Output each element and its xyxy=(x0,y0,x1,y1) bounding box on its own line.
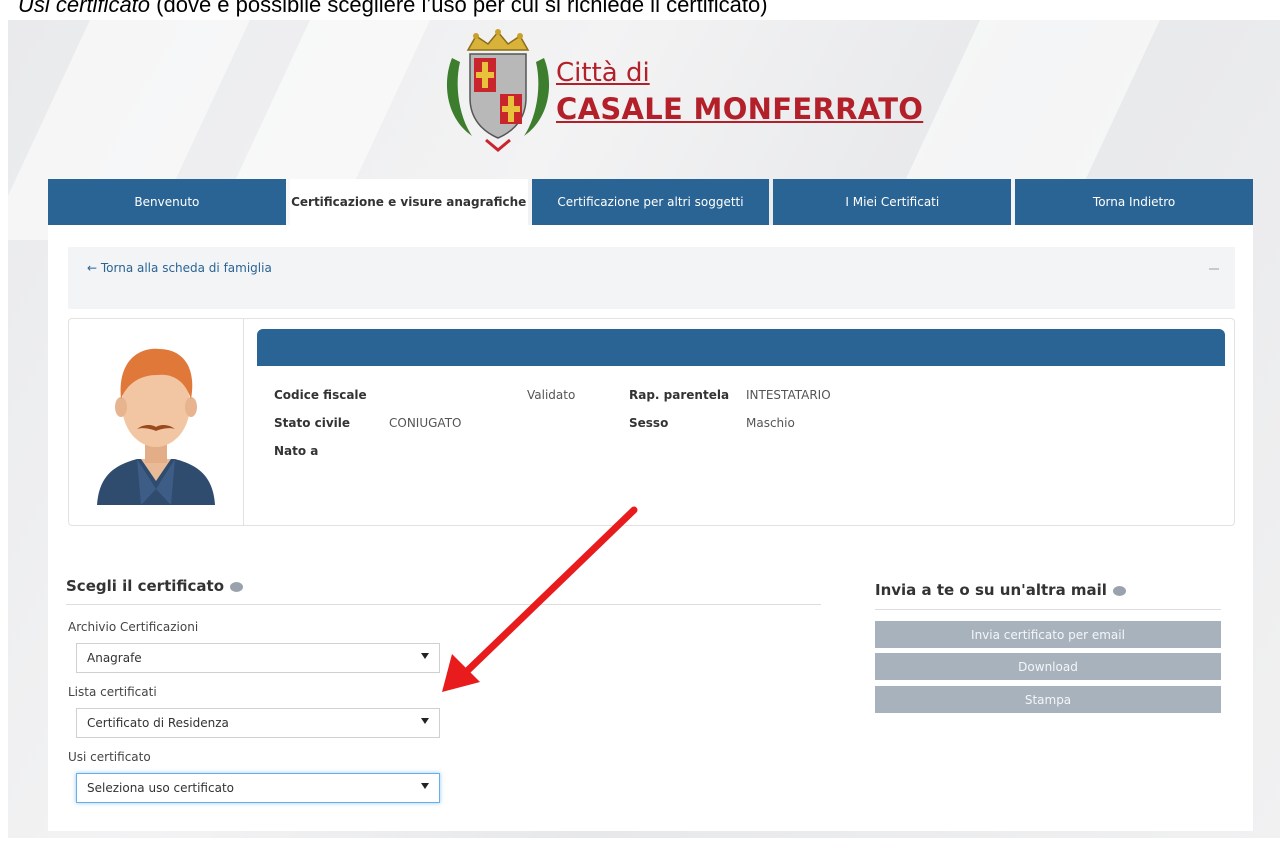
print-button[interactable]: Stampa xyxy=(875,686,1221,713)
section-divider xyxy=(66,604,821,605)
lista-label: Lista certificati xyxy=(68,685,157,699)
person-card: Codice fiscale Validato Rap. parentela I… xyxy=(68,318,1235,526)
main-nav-tabs: Benvenuto Certificazione e visure anagra… xyxy=(48,179,1253,225)
person-header-bar xyxy=(257,329,1225,366)
tab-miei-certificati[interactable]: I Miei Certificati xyxy=(773,179,1012,225)
tab-certificazione-altri-soggetti[interactable]: Certificazione per altri soggetti xyxy=(531,179,770,225)
usi-select-value: Seleziona uso certificato xyxy=(87,781,234,795)
send-divider xyxy=(875,609,1221,610)
sesso-value: Maschio xyxy=(746,416,795,430)
codice-fiscale-status: Validato xyxy=(527,388,576,402)
choose-certificate-title-text: Scegli il certificato xyxy=(66,577,224,595)
archivio-label: Archivio Certificazioni xyxy=(68,620,199,634)
caption-italic: Usi certificato xyxy=(18,0,151,17)
download-button[interactable]: Download xyxy=(875,653,1221,680)
chevron-down-icon xyxy=(421,718,429,724)
chevron-down-icon xyxy=(421,783,429,789)
archivio-select-value: Anagrafe xyxy=(87,651,142,665)
rap-parentela-value: INTESTATARIO xyxy=(746,388,831,402)
chevron-down-icon xyxy=(421,653,429,659)
brand-line2[interactable]: CASALE MONFERRATO xyxy=(556,92,923,126)
usi-label: Usi certificato xyxy=(68,750,151,764)
info-bubble-icon[interactable] xyxy=(230,581,243,592)
usi-certificato-select[interactable]: Seleziona uso certificato xyxy=(76,773,440,803)
collapse-icon[interactable] xyxy=(1209,268,1219,270)
tab-certificazione-visure[interactable]: Certificazione e visure anagrafiche xyxy=(289,179,528,225)
sesso-label: Sesso xyxy=(629,416,669,430)
tab-benvenuto[interactable]: Benvenuto xyxy=(48,179,286,225)
coat-of-arms-logo xyxy=(446,29,550,152)
male-avatar-icon xyxy=(97,348,215,505)
choose-certificate-title: Scegli il certificato xyxy=(66,577,243,595)
codice-fiscale-label: Codice fiscale xyxy=(274,388,367,402)
lista-certificati-select[interactable]: Certificato di Residenza xyxy=(76,708,440,738)
brand-line1[interactable]: Città di xyxy=(556,58,650,88)
tab-torna-indietro[interactable]: Torna Indietro xyxy=(1015,179,1253,225)
send-mail-title: Invia a te o su un'altra mail xyxy=(875,581,1126,599)
back-bar: ← Torna alla scheda di famiglia xyxy=(68,247,1235,309)
archivio-select[interactable]: Anagrafe xyxy=(76,643,440,673)
stato-civile-label: Stato civile xyxy=(274,416,351,430)
caption-rest: (dove è possibile scegliere l’uso per cu… xyxy=(150,0,768,17)
send-mail-title-text: Invia a te o su un'altra mail xyxy=(875,581,1107,599)
content-panel: ← Torna alla scheda di famiglia Codice f… xyxy=(48,225,1253,831)
stato-civile-value: CONIUGATO xyxy=(389,416,462,430)
caption: Usi certificato (dove è possibile scegli… xyxy=(18,0,768,18)
rap-parentela-label: Rap. parentela xyxy=(629,388,730,402)
lista-select-value: Certificato di Residenza xyxy=(87,716,229,730)
send-email-button[interactable]: Invia certificato per email xyxy=(875,621,1221,648)
avatar xyxy=(69,319,244,525)
nato-a-label: Nato a xyxy=(274,444,319,458)
info-bubble-icon[interactable] xyxy=(1112,585,1126,596)
back-to-family-link[interactable]: ← Torna alla scheda di famiglia xyxy=(87,261,272,275)
